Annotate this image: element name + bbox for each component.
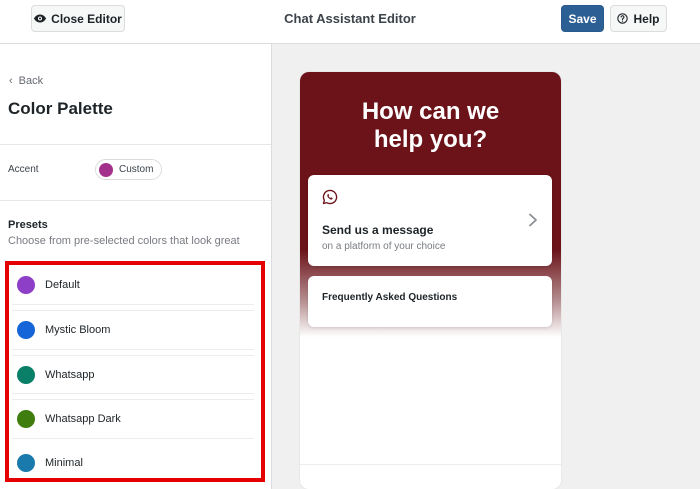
- accent-swatch: [99, 162, 113, 177]
- preview-title: How can we help you?: [361, 98, 500, 153]
- back-link[interactable]: ‹ Back: [9, 75, 43, 87]
- send-message-card[interactable]: Send us a message on a platform of your …: [308, 175, 552, 266]
- whatsapp-icon: [322, 189, 338, 205]
- help-button[interactable]: Help: [610, 5, 667, 32]
- section-title: Color Palette: [8, 99, 113, 118]
- preview-footer-divider: [300, 464, 561, 465]
- accent-value: Custom: [119, 164, 154, 175]
- accent-color-picker[interactable]: Custom: [95, 159, 162, 180]
- presets-highlight-box: [5, 261, 265, 482]
- divider: [0, 200, 271, 201]
- chevron-left-icon: ‹: [9, 75, 13, 87]
- message-card-subtitle: on a platform of your choice: [322, 241, 446, 252]
- back-label: Back: [18, 75, 44, 87]
- question-circle-icon: [617, 13, 629, 24]
- help-label: Help: [633, 11, 660, 26]
- message-card-title: Send us a message: [322, 223, 434, 237]
- accent-label: Accent: [8, 164, 39, 175]
- chevron-right-icon: [529, 213, 537, 227]
- chat-preview: How can we help you? Send us a message on…: [300, 72, 561, 489]
- top-bar: Close Editor Chat Assistant Editor Save …: [0, 0, 700, 44]
- save-button[interactable]: Save: [561, 5, 604, 32]
- presets-description: Choose from pre-selected colors that loo…: [8, 235, 240, 247]
- presets-label: Presets: [8, 219, 48, 231]
- faq-card-title: Frequently Asked Questions: [322, 292, 458, 303]
- faq-card[interactable]: Frequently Asked Questions: [308, 276, 552, 327]
- divider: [0, 144, 271, 145]
